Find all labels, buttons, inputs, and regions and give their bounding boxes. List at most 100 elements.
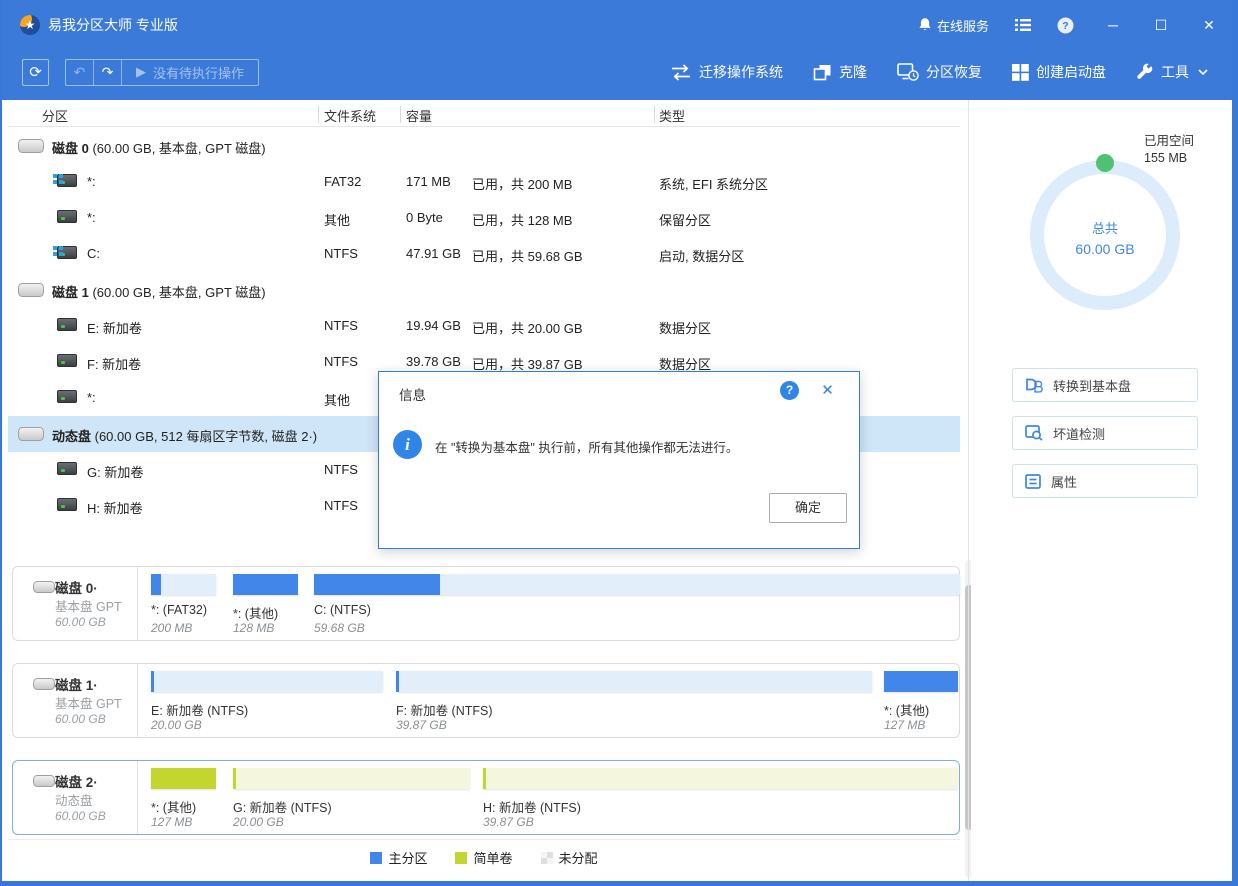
sidebar-button-label: 转换到基本盘 — [1053, 378, 1132, 394]
disk-icon — [33, 678, 55, 690]
table-row-partition[interactable]: *: FAT32 171 MB 已用，共 200 MB 系统, EFI 系统分区 — [8, 164, 960, 200]
partition-bar-size: 59.68 GB — [314, 621, 365, 635]
redo-button[interactable]: ↷ — [94, 59, 122, 85]
undo-button[interactable]: ↶ — [66, 59, 94, 85]
partition-bar-size: 127 MB — [884, 718, 926, 732]
partition-bar-size: 200 MB — [151, 621, 193, 635]
migrate-os-icon — [670, 63, 692, 81]
column-divider — [654, 106, 655, 123]
disk-card[interactable]: 磁盘 0· 基本盘 GPT 60.00 GB *: (FAT32) 200 MB *: (… — [12, 566, 960, 641]
undo-icon: ↶ — [73, 63, 86, 80]
sidebar-button-convert-to-basic[interactable]: 转换到基本盘 — [1012, 368, 1198, 402]
activity-list-button[interactable] — [1015, 18, 1031, 32]
toolbar-action-label: 迁移操作系统 — [699, 64, 783, 80]
table-row-partition[interactable]: *: 其他 0 Byte 已用，共 128 MB 保留分区 — [8, 200, 960, 236]
refresh-button[interactable]: ⟳ — [22, 58, 49, 86]
partition-icon — [57, 318, 77, 331]
disk-row-label: 磁盘 1 (60.00 GB, 基本盘, GPT 磁盘) — [52, 285, 266, 300]
help-button[interactable]: ? — [1057, 17, 1074, 34]
disk-card[interactable]: 磁盘 2· 动态盘 60.00 GB *: (其他) 127 MB G: 新加卷 (NTF… — [12, 760, 960, 835]
partition-bar[interactable] — [396, 671, 872, 692]
sidebar-button-properties[interactable]: 属性 — [1012, 464, 1198, 498]
windows-badge-icon — [53, 246, 63, 256]
partition-bar-size: 128 MB — [233, 621, 275, 635]
close-button[interactable]: ✕ — [1200, 17, 1218, 34]
app-window: 易我分区大师 专业版 在线服务 ? ─ ☐ ✕ ⟳ ↶ ↷ ▶ 没有待执行操作 … — [0, 0, 1238, 886]
disk-row-label: 磁盘 0 (60.00 GB, 基本盘, GPT 磁盘) — [52, 141, 266, 156]
tools-icon — [1136, 63, 1154, 81]
legend-item: 未分配 — [540, 848, 598, 867]
column-divider — [318, 106, 319, 123]
partition-bar-size: 39.87 GB — [396, 718, 447, 732]
partition-bar-label: *: (其他) — [233, 607, 279, 621]
disk-card-size: 60.00 GB — [55, 615, 106, 629]
maximize-button[interactable]: ☐ — [1152, 17, 1170, 34]
table-row-partition[interactable]: E: 新加卷 NTFS 19.94 GB 已用，共 20.00 GB 数据分区 — [8, 308, 960, 344]
app-title: 易我分区大师 专业版 — [48, 17, 178, 33]
dialog-ok-button[interactable]: 确定 — [769, 493, 847, 523]
table-row-partition[interactable]: C: NTFS 47.91 GB 已用，共 59.68 GB 启动, 数据分区 — [8, 236, 960, 272]
svg-text:?: ? — [1062, 20, 1068, 32]
pending-operations-button[interactable]: ▶ 没有待执行操作 — [122, 60, 258, 85]
toolbar-action-migrate-os[interactable]: 迁移操作系统 — [670, 62, 783, 82]
toolbar-action-clone[interactable]: 克隆 — [813, 62, 867, 82]
partition-label: *: — [87, 390, 96, 405]
total-value: 60.00 GB — [1075, 241, 1135, 257]
disk-card[interactable]: 磁盘 1· 基本盘 GPT 60.00 GB E: 新加卷 (NTFS) 20.00 G… — [12, 663, 960, 738]
create-boot-disk-icon — [1012, 63, 1029, 81]
partition-bar-label: *: (FAT32) — [151, 603, 208, 617]
disk-card-kind: 动态盘 — [55, 794, 93, 808]
table-header: 分区 文件系统 容量 类型 — [8, 103, 960, 127]
used-space-value: 155 MB — [1144, 151, 1188, 165]
table-row-disk[interactable]: 磁盘 0 (60.00 GB, 基本盘, GPT 磁盘) — [8, 128, 960, 164]
legend-divider — [8, 839, 960, 840]
dialog-header: 信息 ? ✕ — [379, 372, 859, 412]
partition-type: 系统, EFI 系统分区 — [659, 177, 769, 192]
partition-used: 47.91 GB — [406, 246, 461, 261]
partition-icon — [57, 390, 77, 403]
partition-label: E: 新加卷 — [87, 321, 142, 336]
partition-used-fill — [396, 671, 399, 692]
legend-label: 主分区 — [388, 851, 428, 866]
partition-bar[interactable] — [151, 768, 216, 789]
toolbar-action-tools[interactable]: 工具 — [1136, 62, 1208, 82]
toolbar: ⟳ ↶ ↷ ▶ 没有待执行操作 迁移操作系统 克隆 分区恢复 创建启动盘 工具 — [2, 50, 1232, 100]
partition-bar[interactable] — [314, 574, 960, 595]
chevron-down-icon — [1198, 68, 1208, 76]
partition-bar[interactable] — [233, 768, 470, 789]
legend-item: 主分区 — [370, 848, 427, 867]
partition-usage: 已用，共 20.00 GB — [472, 321, 583, 336]
minimize-button[interactable]: ─ — [1104, 17, 1122, 33]
online-service-button[interactable]: 在线服务 — [918, 16, 989, 35]
partition-label: *: — [87, 210, 96, 225]
properties-icon — [1025, 473, 1041, 489]
pending-operations-label: 没有待执行操作 — [153, 65, 245, 81]
partition-label: H: 新加卷 — [87, 501, 143, 516]
dialog-close-icon[interactable]: ✕ — [818, 381, 837, 400]
partition-usage: 已用，共 128 MB — [472, 213, 573, 228]
toolbar-action-create-boot-disk[interactable]: 创建启动盘 — [1012, 62, 1106, 82]
info-icon: i — [393, 430, 422, 459]
partition-usage: 已用，共 200 MB — [472, 177, 573, 192]
partition-bar[interactable] — [233, 574, 298, 595]
partition-bar[interactable] — [151, 671, 383, 692]
disk-icon — [33, 775, 55, 787]
disk-card-info: 磁盘 0· 基本盘 GPT 60.00 GB — [13, 567, 138, 640]
bad-sector-check-icon — [1025, 425, 1043, 441]
partition-used-fill — [314, 574, 440, 595]
toolbar-action-partition-recovery[interactable]: 分区恢复 — [897, 62, 982, 82]
sidebar-button-bad-sector-check[interactable]: 坏道检测 — [1012, 416, 1198, 450]
legend-swatch — [455, 851, 468, 864]
partition-type: 数据分区 — [659, 321, 712, 336]
legend-item: 简单卷 — [455, 848, 513, 867]
toolbar-action-label: 分区恢复 — [926, 64, 982, 80]
partition-bar[interactable] — [884, 671, 958, 692]
column-header-filesystem: 文件系统 — [324, 109, 377, 124]
partition-bar[interactable] — [483, 768, 958, 789]
disk-icon — [18, 427, 44, 441]
partition-bar[interactable] — [151, 574, 216, 595]
table-row-disk[interactable]: 磁盘 1 (60.00 GB, 基本盘, GPT 磁盘) — [8, 272, 960, 308]
partition-filesystem: NTFS — [324, 318, 358, 333]
dialog-help-icon[interactable]: ? — [780, 381, 799, 400]
partition-used: 0 Byte — [406, 210, 443, 225]
